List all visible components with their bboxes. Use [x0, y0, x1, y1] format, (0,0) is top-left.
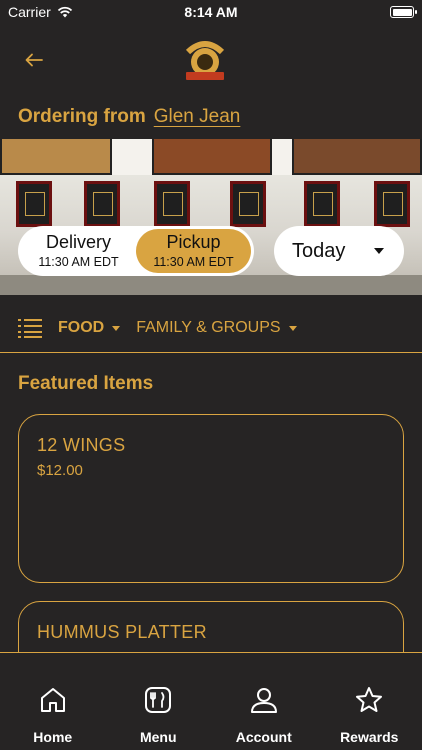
tab-menu[interactable]: Menu	[106, 653, 212, 750]
tab-home[interactable]: Home	[0, 653, 106, 750]
location-link[interactable]: Glen Jean	[154, 106, 241, 128]
tab-home-label: Home	[33, 729, 73, 745]
ordering-from: Ordering from Glen Jean	[18, 106, 240, 128]
menu-icon	[145, 687, 172, 713]
category-family-groups-label: FAMILY & GROUPS	[136, 319, 281, 336]
item-name: HUMMUS PLATTER	[37, 622, 207, 642]
category-bar: FOOD FAMILY & GROUPS	[0, 304, 422, 352]
wifi-icon	[57, 6, 72, 18]
tab-account[interactable]: Account	[211, 653, 317, 750]
delivery-time: 11:30 AM EDT	[38, 255, 119, 269]
tab-rewards[interactable]: Rewards	[317, 653, 422, 750]
pickup-title: Pickup	[166, 232, 221, 252]
carrier-label: Carrier	[8, 4, 51, 20]
item-name: 12 WINGS	[37, 435, 126, 455]
caret-down-icon	[374, 248, 384, 254]
battery-icon	[390, 6, 417, 18]
back-button[interactable]	[20, 46, 48, 74]
category-family-groups[interactable]: FAMILY & GROUPS	[136, 319, 297, 337]
list-icon[interactable]	[18, 318, 42, 338]
rewards-icon	[356, 687, 383, 712]
featured-title: Featured Items	[18, 373, 154, 394]
brand-logo	[185, 41, 225, 80]
delivery-option[interactable]: Delivery 11:30 AM EDT	[21, 229, 136, 273]
delivery-title: Delivery	[45, 232, 111, 252]
caret-down-icon	[112, 325, 121, 331]
tab-account-label: Account	[235, 729, 292, 745]
nav-bar	[0, 28, 422, 92]
item-card[interactable]: 12 WINGS $12.00	[18, 414, 404, 583]
pickup-time: 11:30 AM EDT	[153, 255, 234, 269]
clock: 8:14 AM	[184, 4, 238, 20]
home-icon	[40, 688, 65, 712]
status-bar: Carrier 8:14 AM	[0, 0, 422, 24]
date-select[interactable]: Today	[274, 226, 404, 276]
divider	[0, 352, 422, 353]
ordering-label: Ordering from	[18, 106, 146, 127]
caret-down-icon	[288, 325, 297, 331]
tab-rewards-label: Rewards	[340, 729, 399, 745]
tab-bar: Home Menu Account Rewards	[0, 652, 422, 750]
category-food[interactable]: FOOD	[58, 319, 121, 337]
tab-menu-label: Menu	[139, 729, 177, 745]
date-select-value: Today	[292, 239, 346, 262]
pickup-option[interactable]: Pickup 11:30 AM EDT	[136, 229, 251, 273]
category-food-label: FOOD	[58, 319, 105, 336]
order-mode-toggle: Delivery 11:30 AM EDT Pickup 11:30 AM ED…	[18, 226, 254, 276]
arrow-left-icon	[25, 53, 43, 67]
account-icon	[250, 688, 277, 713]
item-price: $12.00	[37, 462, 83, 479]
